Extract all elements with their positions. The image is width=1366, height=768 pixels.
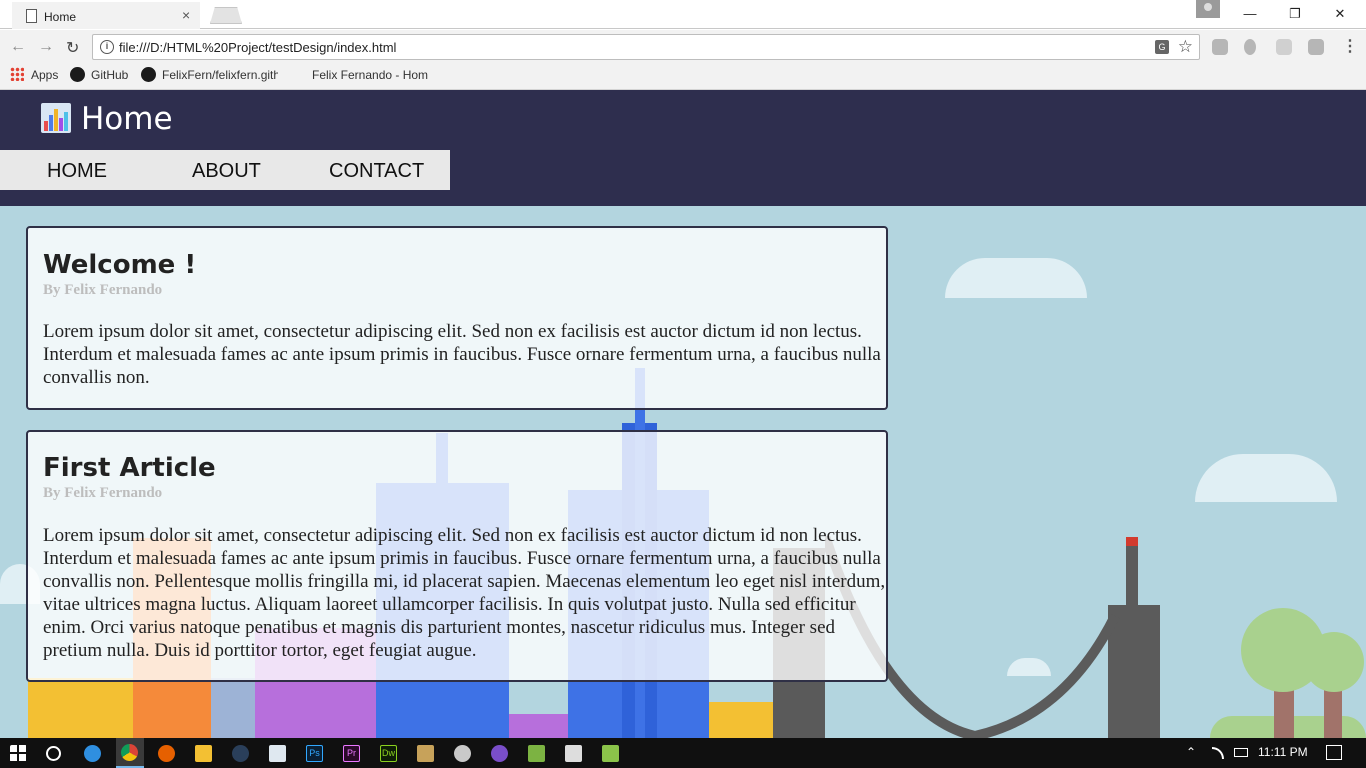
forward-icon[interactable]: → <box>38 38 54 56</box>
battery-icon[interactable] <box>1234 748 1248 757</box>
taskbar-icons: Ps Pr Dw ⌃ 11:11 PM <box>0 738 1366 768</box>
steam-icon[interactable] <box>232 745 249 762</box>
bridge-tower <box>1126 543 1138 738</box>
extension-icon[interactable] <box>1212 39 1228 55</box>
browser-tab[interactable]: Home × <box>12 2 200 29</box>
firefox-icon[interactable] <box>158 745 175 762</box>
app-icon[interactable] <box>454 745 471 762</box>
restore-button[interactable]: ❐ <box>1275 4 1315 26</box>
page-icon <box>26 9 37 23</box>
article-body: Lorem ipsum dolor sit amet, consectetur … <box>43 525 886 661</box>
extension-icon[interactable] <box>1308 39 1324 55</box>
tree <box>1304 632 1364 692</box>
building <box>509 714 568 738</box>
bookmark-github[interactable]: GitHub <box>91 68 128 82</box>
app-icon[interactable] <box>417 745 434 762</box>
file-explorer-icon[interactable] <box>195 745 212 762</box>
cloud <box>945 258 1087 298</box>
nav-about[interactable]: ABOUT <box>192 160 261 183</box>
article-body: Lorem ipsum dolor sit amet, consectetur … <box>43 321 881 388</box>
premiere-icon[interactable]: Pr <box>343 745 360 762</box>
tab-title: Home <box>44 10 77 24</box>
url-text[interactable]: file:///D:/HTML%20Project/testDesign/ind… <box>119 40 396 55</box>
article-card: First Article By Felix Fernando Lorem ip… <box>26 430 888 682</box>
reload-icon[interactable]: ↻ <box>66 38 79 58</box>
article-title: First Article <box>43 453 216 483</box>
bridge-light <box>1126 537 1138 546</box>
notifications-icon[interactable] <box>1326 745 1342 760</box>
wifi-icon[interactable] <box>1212 747 1224 759</box>
article-title: Welcome ! <box>43 250 197 280</box>
minimize-button[interactable]: — <box>1230 4 1270 26</box>
new-tab-button[interactable] <box>210 7 242 24</box>
browser-tabstrip: Home × — ❐ ✕ <box>0 0 1366 30</box>
article-author: By Felix Fernando <box>43 485 163 501</box>
apps-icon[interactable] <box>10 67 24 81</box>
app-icon[interactable] <box>528 745 545 762</box>
bookmark-felix-fernando[interactable]: Felix Fernando - Hom <box>312 68 428 82</box>
clock[interactable]: 11:11 PM <box>1258 745 1308 759</box>
notepad-icon[interactable] <box>269 745 286 762</box>
app-icon[interactable] <box>602 745 619 762</box>
app-icon[interactable] <box>491 745 508 762</box>
extension-icon[interactable] <box>1244 39 1256 55</box>
bookmark-star-icon[interactable]: ☆ <box>1178 37 1193 57</box>
translate-icon[interactable]: G <box>1155 40 1169 54</box>
tabstrip-divider <box>0 28 1366 29</box>
page-title: Home <box>81 101 173 137</box>
nav-home[interactable]: HOME <box>47 160 107 183</box>
close-window-button[interactable]: ✕ <box>1320 4 1360 26</box>
building <box>211 678 255 738</box>
chart-logo-icon <box>41 103 71 133</box>
bookmark-felixfern[interactable]: FelixFern/felixfern.gith <box>162 68 278 82</box>
app-icon[interactable] <box>565 745 582 762</box>
info-icon[interactable]: i <box>100 40 114 54</box>
tray-chevron-icon[interactable]: ⌃ <box>1186 745 1196 759</box>
github-icon <box>70 67 85 82</box>
extension-icon[interactable] <box>1276 39 1292 55</box>
building <box>709 702 773 738</box>
menu-icon[interactable]: ⋮ <box>1342 36 1358 56</box>
dreamweaver-icon[interactable]: Dw <box>380 745 397 762</box>
article-author: By Felix Fernando <box>43 282 163 298</box>
browser-toolbar: ← → ↻ i file:///D:/HTML%20Project/testDe… <box>0 30 1366 64</box>
building <box>28 678 133 738</box>
main-nav: HOME ABOUT CONTACT <box>0 150 450 190</box>
cloud <box>1195 454 1337 502</box>
back-icon[interactable]: ← <box>10 38 26 56</box>
address-bar[interactable]: i file:///D:/HTML%20Project/testDesign/i… <box>92 34 1200 60</box>
profile-icon[interactable] <box>1196 0 1220 18</box>
nav-contact[interactable]: CONTACT <box>329 160 424 183</box>
photoshop-icon[interactable]: Ps <box>306 745 323 762</box>
github-icon <box>141 67 156 82</box>
bookmark-apps[interactable]: Apps <box>31 68 58 82</box>
tab-close-icon[interactable]: × <box>182 7 190 23</box>
article-card: Welcome ! By Felix Fernando Lorem ipsum … <box>26 226 888 410</box>
